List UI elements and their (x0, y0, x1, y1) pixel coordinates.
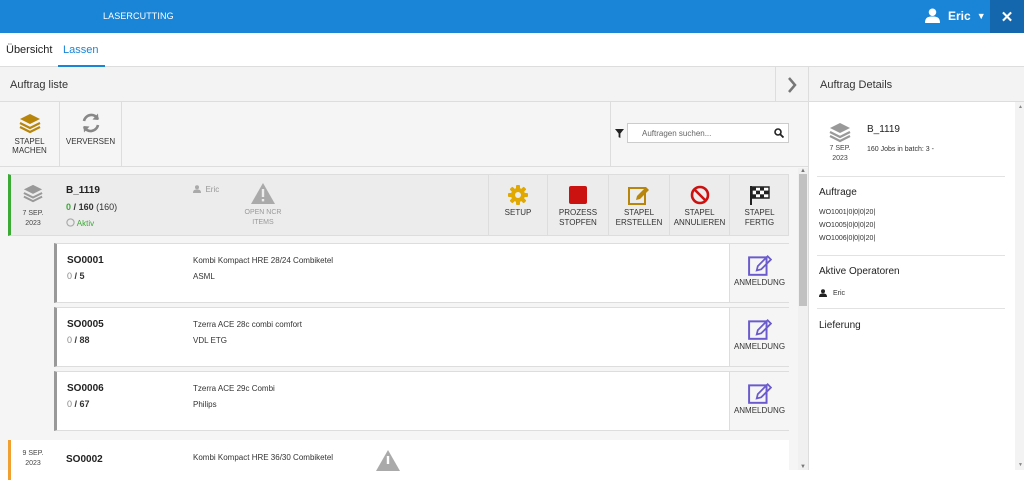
register-button[interactable]: ANMELDUNG (729, 308, 789, 366)
detail-batch-id: B_1119 (867, 124, 900, 135)
spinner-icon (66, 218, 75, 227)
details-scrollbar[interactable]: ▲ ▼ (1015, 102, 1024, 470)
job-quantity: 0 / 67 (67, 399, 90, 409)
order-line: WO1005|0|0|0|20| (819, 222, 876, 229)
collapse-chevron-button[interactable] (775, 67, 808, 102)
refresh-label: VERVERSEN (65, 137, 116, 146)
register-button[interactable]: ANMELDUNG (729, 244, 789, 302)
create-stack-button[interactable]: STAPEL ERSTELLEN (608, 175, 669, 235)
layers-icon (829, 123, 851, 143)
job-product: Kombi Kompact HRE 28/24 Combiketel (193, 256, 334, 265)
tab-lassen[interactable]: Lassen (63, 44, 98, 56)
edit-icon (747, 383, 772, 404)
search-icon[interactable] (774, 128, 784, 138)
order-list-header: Auftrag liste (0, 67, 808, 102)
filter-icon[interactable] (615, 129, 624, 138)
divider (817, 308, 1005, 309)
ban-icon (690, 185, 709, 205)
create-batch-label-2: MACHEN (12, 146, 47, 155)
user-icon (925, 8, 940, 23)
batch-progress: 0 / 160 (160) (66, 202, 118, 212)
create-batch-label-1: STAPEL (14, 137, 45, 146)
batch-operator: Eric (193, 185, 219, 194)
order-line: WO1006|0|0|0|20| (819, 235, 876, 242)
app-title: LASERCUTTING (103, 11, 174, 21)
operator-entry: Eric (819, 289, 845, 297)
layers-icon (23, 184, 43, 203)
job-quantity: 0 / 88 (67, 335, 90, 345)
batch-id: B_1119 (66, 185, 100, 196)
scroll-up-icon[interactable]: ▲ (1018, 104, 1023, 110)
divider (817, 255, 1005, 256)
refresh-button[interactable]: VERVERSEN (60, 102, 122, 166)
scrollbar-thumb[interactable] (799, 174, 807, 306)
divider (817, 176, 1005, 177)
toolbar: STAPEL MACHEN VERVERSEN Auftragen suchen… (0, 102, 808, 167)
job-id: SO0005 (67, 319, 104, 330)
stop-process-button[interactable]: PROZESS STOPFEN (547, 175, 608, 235)
panel-title: Auftrag liste (10, 79, 69, 91)
warning-icon (251, 183, 275, 204)
batch-card[interactable]: 7 SEP. 2023 B_1119 0 / 160 (160) Aktiv E… (8, 174, 789, 236)
order-details-panel: Auftrag Details ▲ ▼ 7 SEP. 2023 B_1119 1… (808, 67, 1024, 470)
job-card[interactable]: SO0006 0 / 67 Tzerra ACE 29c Combi Phili… (54, 371, 789, 431)
warning-icon (376, 450, 400, 471)
batch-id: SO0002 (66, 454, 103, 465)
operators-heading: Aktive Operatoren (819, 266, 900, 277)
refresh-icon (82, 113, 99, 133)
panel-title: Auftrag Details (820, 79, 893, 91)
register-button[interactable]: ANMELDUNG (729, 372, 789, 430)
tab-overview[interactable]: Übersicht (6, 44, 52, 56)
gear-icon (508, 185, 528, 205)
setup-button[interactable]: SETUP (488, 175, 547, 235)
scroll-down-icon[interactable]: ▼ (800, 464, 806, 470)
layers-icon (19, 114, 40, 134)
edit-icon (628, 187, 649, 205)
finish-stack-button[interactable]: STAPEL FERTIG (729, 175, 789, 235)
detail-jobs-count: 160 Jobs in batch: 3 - (867, 146, 934, 153)
order-line: WO1001|0|0|0|20| (819, 209, 876, 216)
job-id: SO0001 (67, 255, 104, 266)
chevron-down-icon: ▼ (976, 10, 986, 21)
batch-status: Aktiv (66, 218, 94, 228)
create-batch-button[interactable]: STAPEL MACHEN (0, 102, 60, 166)
scroll-down-icon[interactable]: ▼ (1018, 462, 1023, 468)
open-ncr-items[interactable]: OPEN NCR ITEMS (233, 183, 293, 228)
user-menu[interactable]: Eric ▼ (925, 8, 986, 23)
close-button[interactable]: ✕ (990, 0, 1024, 33)
job-card[interactable]: SO0005 0 / 88 Tzerra ACE 28c combi comfo… (54, 307, 789, 367)
user-icon (193, 185, 201, 193)
batch-product: Kombi Kompact HRE 36/30 Combiketel (193, 453, 334, 462)
job-customer: VDL ETG (193, 336, 227, 345)
chevron-right-icon (788, 76, 797, 93)
detail-batch-date: 7 SEP. 2023 (829, 145, 851, 162)
stop-icon (569, 186, 587, 204)
order-list-panel: Auftrag liste STAPEL MACHEN VERVERSEN Au… (0, 67, 808, 480)
job-card[interactable]: SO0001 0 / 5 Kombi Kompact HRE 28/24 Com… (54, 243, 789, 303)
job-customer: ASML (193, 272, 215, 281)
tab-bar: Übersicht Lassen (0, 33, 1024, 67)
search-area: Auftragen suchen... (610, 102, 808, 166)
order-details-header: Auftrag Details (809, 67, 1024, 102)
edit-icon (747, 255, 772, 276)
cancel-stack-button[interactable]: STAPEL ANNULIEREN (669, 175, 729, 235)
checkered-flag-icon (749, 186, 770, 205)
job-quantity: 0 / 5 (67, 271, 85, 281)
job-customer: Philips (193, 400, 217, 409)
user-name: Eric (948, 8, 971, 23)
batch-date: 7 SEP. 2023 (22, 210, 44, 227)
user-icon (819, 289, 827, 297)
orders-heading: Auftrage (819, 187, 857, 198)
batch-card[interactable]: 9 SEP. 2023 SO0002 Kombi Kompact HRE 36/… (8, 440, 789, 480)
list-scrollbar[interactable]: ▲ ▼ (798, 168, 808, 470)
job-id: SO0006 (67, 383, 104, 394)
job-product: Tzerra ACE 29c Combi (193, 384, 275, 393)
batch-date: 9 SEP. 2023 (22, 450, 44, 467)
order-search-input[interactable]: Auftragen suchen... (615, 123, 789, 143)
search-placeholder: Auftragen suchen... (642, 129, 712, 138)
edit-icon (747, 319, 772, 340)
job-product: Tzerra ACE 28c combi comfort (193, 320, 302, 329)
top-bar: LASERCUTTING Eric ▼ ✕ (0, 0, 1024, 33)
delivery-heading: Lieferung (819, 320, 861, 331)
